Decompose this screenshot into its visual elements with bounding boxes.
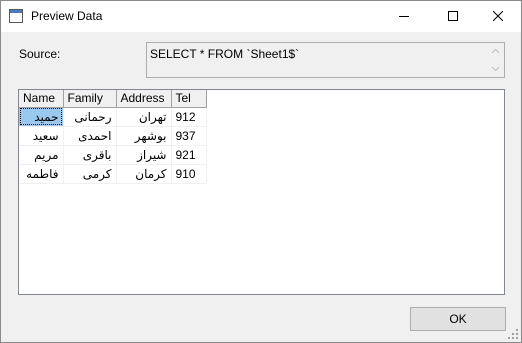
source-label: Source:	[19, 47, 61, 61]
cell-name[interactable]: سعید	[19, 126, 64, 146]
maximize-button[interactable]	[430, 1, 476, 31]
minimize-button[interactable]	[381, 1, 427, 31]
column-header-family[interactable]: Family	[63, 90, 117, 108]
minimize-icon	[399, 16, 409, 17]
preview-data-dialog: Preview Data Source: SELECT * FROM `Shee…	[0, 0, 522, 343]
ok-button[interactable]: OK	[410, 307, 506, 331]
resize-grip-icon[interactable]	[507, 328, 519, 340]
cell-family[interactable]: کرمی	[63, 164, 117, 184]
cell-family[interactable]: احمدی	[63, 126, 117, 146]
source-query-text: SELECT * FROM `Sheet1$`	[150, 47, 300, 61]
maximize-icon	[448, 11, 458, 21]
data-table: Name Family Address Tel حمید رحمانی تهرا…	[19, 90, 207, 184]
table-row[interactable]: سعید احمدی بوشهر 937	[19, 126, 207, 146]
cell-address[interactable]: کرمان	[116, 164, 172, 184]
cell-name[interactable]: مریم	[19, 145, 64, 165]
table-row[interactable]: حمید رحمانی تهران 912	[19, 107, 207, 127]
cell-family[interactable]: باقری	[63, 145, 117, 165]
cell-address[interactable]: شیراز	[116, 145, 172, 165]
cell-name[interactable]: حمید	[19, 107, 64, 127]
app-window-icon	[9, 9, 23, 23]
source-query-field[interactable]: SELECT * FROM `Sheet1$`	[146, 42, 505, 78]
scroll-up-icon[interactable]	[491, 47, 500, 56]
data-grid[interactable]: Name Family Address Tel حمید رحمانی تهرا…	[18, 89, 505, 295]
column-header-tel[interactable]: Tel	[171, 90, 207, 108]
window-title: Preview Data	[31, 9, 103, 23]
table-header-row: Name Family Address Tel	[19, 90, 207, 108]
cell-name[interactable]: فاطمه	[19, 164, 64, 184]
cell-address[interactable]: تهران	[116, 107, 172, 127]
source-scrollbar[interactable]	[487, 43, 504, 77]
column-header-address[interactable]: Address	[116, 90, 172, 108]
table-row[interactable]: مریم باقری شیراز 921	[19, 145, 207, 165]
cell-tel[interactable]: 921	[171, 145, 207, 165]
cell-tel[interactable]: 937	[171, 126, 207, 146]
column-header-name[interactable]: Name	[19, 90, 64, 108]
cell-family[interactable]: رحمانی	[63, 107, 117, 127]
close-icon	[493, 11, 503, 21]
cell-address[interactable]: بوشهر	[116, 126, 172, 146]
scroll-down-icon[interactable]	[491, 64, 500, 73]
close-button[interactable]	[475, 1, 521, 31]
cell-tel[interactable]: 910	[171, 164, 207, 184]
ok-button-label: OK	[449, 312, 467, 326]
cell-tel[interactable]: 912	[171, 107, 207, 127]
table-row[interactable]: فاطمه کرمی کرمان 910	[19, 164, 207, 184]
title-bar[interactable]: Preview Data	[1, 1, 521, 32]
